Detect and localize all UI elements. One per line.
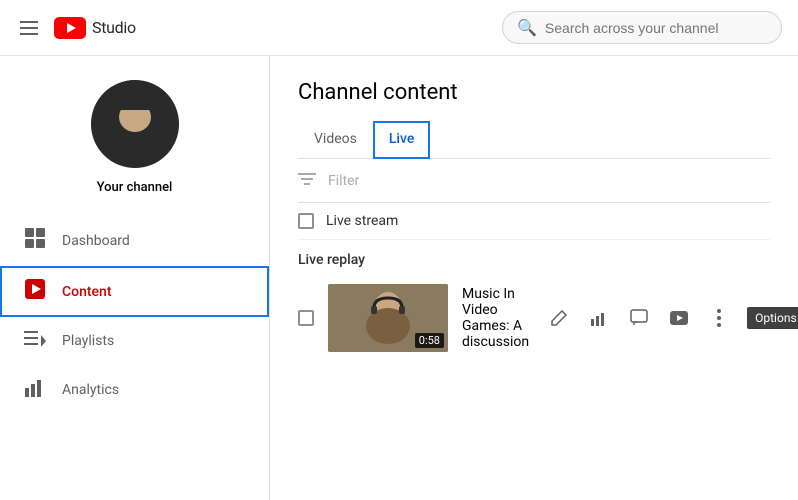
sidebar: Your channel Dashboard — [0, 56, 270, 500]
main-content: Channel content Videos Live Filter — [270, 56, 798, 500]
tab-videos[interactable]: Videos — [298, 121, 373, 159]
search-icon: 🔍 — [517, 18, 537, 37]
video-row: 0:58 Music In Video Games: A discussion — [298, 276, 770, 360]
filter-label: Filter — [328, 173, 359, 189]
tab-live[interactable]: Live — [373, 121, 430, 159]
live-stream-checkbox[interactable] — [298, 213, 314, 229]
page-title: Channel content — [298, 80, 770, 105]
video-thumbnail: 0:58 — [328, 284, 448, 352]
analytics-label: Analytics — [62, 382, 119, 398]
live-stream-label: Live stream — [326, 213, 398, 229]
content-icon — [24, 278, 46, 305]
playlists-label: Playlists — [62, 333, 114, 349]
main-layout: Your channel Dashboard — [0, 56, 798, 500]
content-label: Content — [62, 284, 112, 300]
edit-button[interactable] — [543, 302, 575, 334]
youtube-icon — [54, 17, 86, 39]
header-left: Studio — [16, 17, 136, 39]
dashboard-icon — [24, 227, 46, 254]
video-title: Music In Video Games: A discussion — [462, 286, 529, 350]
studio-logo-text: Studio — [92, 18, 136, 37]
video-duration: 0:58 — [415, 333, 444, 348]
sidebar-item-dashboard[interactable]: Dashboard — [0, 215, 269, 266]
playlists-icon — [24, 329, 46, 352]
channel-label: Your channel — [97, 180, 173, 195]
comments-button[interactable] — [623, 302, 655, 334]
options-tooltip: Options — [747, 307, 798, 329]
avatar — [91, 80, 179, 168]
avatar-image — [91, 80, 179, 168]
hamburger-menu[interactable] — [16, 17, 42, 39]
tabs: Videos Live — [298, 121, 770, 159]
sidebar-item-analytics[interactable]: Analytics — [0, 364, 269, 415]
search-input[interactable] — [545, 20, 767, 36]
more-options-button[interactable] — [703, 302, 735, 334]
filter-icon — [298, 171, 316, 190]
filter-bar: Filter — [298, 159, 770, 203]
sidebar-item-content[interactable]: Content — [0, 266, 269, 317]
video-actions: Options — [543, 302, 798, 334]
analytics-icon — [24, 376, 46, 403]
dashboard-label: Dashboard — [62, 233, 130, 249]
logo-area: Studio — [54, 17, 136, 39]
live-replay-section-label: Live replay — [298, 240, 770, 276]
sidebar-nav: Dashboard Content — [0, 215, 269, 415]
search-bar[interactable]: 🔍 — [502, 11, 782, 44]
youtube-button[interactable] — [663, 302, 695, 334]
sidebar-item-playlists[interactable]: Playlists — [0, 317, 269, 364]
analytics-button[interactable] — [583, 302, 615, 334]
live-stream-row: Live stream — [298, 203, 770, 240]
header: Studio 🔍 — [0, 0, 798, 56]
video-checkbox[interactable] — [298, 310, 314, 326]
